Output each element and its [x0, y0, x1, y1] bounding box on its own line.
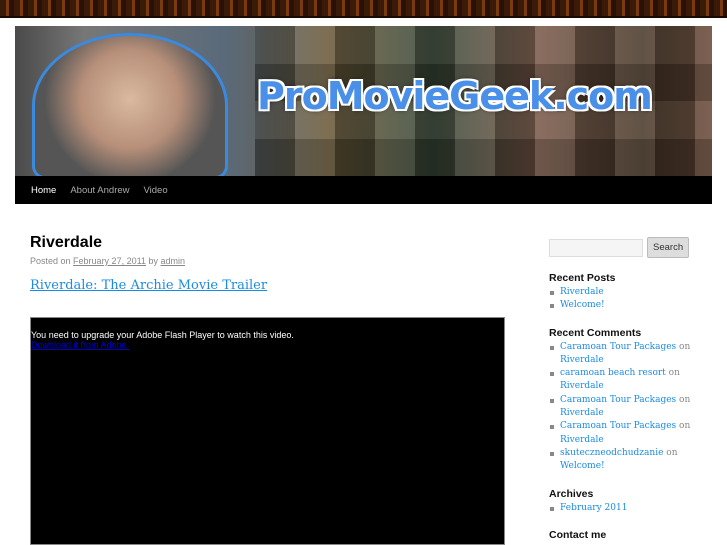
posted-on-label: Posted on	[30, 256, 71, 266]
post: Riverdale Posted on February 27, 2011 by…	[30, 234, 505, 293]
on-label: on	[679, 394, 691, 405]
site-logo: ProMovieGeek.com	[257, 74, 653, 118]
list-item: caramoan beach resort on Riverdale	[549, 367, 719, 394]
on-label: on	[666, 447, 678, 458]
post-meta: Posted on February 27, 2011 by admin	[30, 256, 505, 266]
trailer-link[interactable]: Riverdale: The Archie Movie Trailer	[30, 278, 505, 293]
list-item: skuteczneodchudzanie on Welcome!	[549, 447, 719, 474]
recent-post-link[interactable]: Welcome!	[560, 300, 605, 310]
comment-post-link[interactable]: Riverdale	[560, 408, 604, 418]
search-button[interactable]: Search	[647, 237, 690, 258]
download-flash-link[interactable]: Download it from Adobe.	[31, 340, 504, 350]
header-banner[interactable]: ProMovieGeek.com	[15, 26, 712, 176]
comment-post-link[interactable]: Riverdale	[560, 355, 604, 365]
by-label: by	[148, 256, 158, 266]
nav-home[interactable]: Home	[31, 185, 56, 196]
comment-author-link[interactable]: skuteczneodchudzanie	[560, 448, 663, 458]
recent-post-link[interactable]: Riverdale	[560, 287, 604, 297]
list-item: Caramoan Tour Packages on Riverdale	[549, 394, 719, 421]
list-item: Riverdale	[549, 286, 719, 299]
on-label: on	[679, 341, 691, 352]
comment-post-link[interactable]: Riverdale	[560, 381, 604, 391]
main-nav: Home About Andrew Video	[15, 176, 712, 204]
post-date-link[interactable]: February 27, 2011	[73, 256, 146, 266]
flash-video-player[interactable]: You need to upgrade your Adobe Flash Pla…	[30, 317, 505, 545]
header-portrait	[35, 36, 225, 176]
nav-about-andrew[interactable]: About Andrew	[70, 185, 129, 196]
archive-link[interactable]: February 2011	[560, 503, 627, 513]
contact-heading: Contact me	[549, 528, 607, 541]
film-strip-decoration	[0, 0, 727, 18]
recent-posts-heading: Recent Posts	[549, 272, 616, 284]
author-link[interactable]: admin	[160, 256, 185, 266]
nav-video[interactable]: Video	[144, 185, 168, 196]
search-input[interactable]	[549, 238, 643, 257]
flash-upgrade-message: You need to upgrade your Adobe Flash Pla…	[31, 330, 294, 340]
list-item: Welcome!	[549, 299, 719, 312]
sidebar: Search Recent Posts Riverdale Welcome! R…	[549, 237, 719, 543]
comment-author-link[interactable]: caramoan beach resort	[560, 368, 666, 378]
comment-author-link[interactable]: Caramoan Tour Packages	[560, 421, 676, 431]
list-item: Caramoan Tour Packages on Riverdale	[549, 341, 719, 368]
on-label: on	[679, 421, 691, 432]
post-title[interactable]: Riverdale	[30, 234, 505, 252]
comment-author-link[interactable]: Caramoan Tour Packages	[560, 395, 676, 405]
list-item: Caramoan Tour Packages on Riverdale	[549, 420, 719, 447]
on-label: on	[668, 368, 680, 379]
comment-post-link[interactable]: Welcome!	[560, 461, 605, 471]
comment-author-link[interactable]: Caramoan Tour Packages	[560, 342, 676, 352]
recent-comments-heading: Recent Comments	[549, 326, 642, 339]
archives-heading: Archives	[549, 487, 594, 500]
comment-post-link[interactable]: Riverdale	[560, 435, 604, 445]
list-item: February 2011	[549, 502, 719, 515]
